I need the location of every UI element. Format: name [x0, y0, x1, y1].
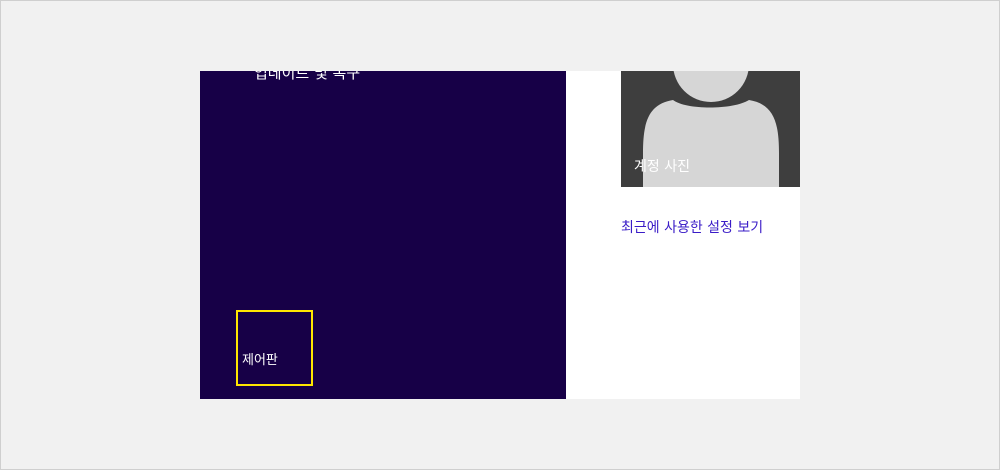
nav-item-update-recovery[interactable]: 업데이트 및 복구: [254, 71, 360, 83]
pc-settings-window: 업데이트 및 복구 제어판 계정 사진 최근에 사용한 설정 보기: [200, 71, 800, 399]
account-picture-label: 계정 사진: [634, 159, 690, 175]
control-panel-label: 제어판: [242, 353, 278, 368]
account-pane: 계정 사진 최근에 사용한 설정 보기: [566, 71, 800, 399]
navigation-pane: 업데이트 및 복구 제어판: [200, 71, 566, 399]
control-panel-tile[interactable]: 제어판: [236, 310, 313, 386]
account-picture-tile[interactable]: 계정 사진: [621, 71, 800, 187]
recent-settings-link[interactable]: 최근에 사용한 설정 보기: [621, 219, 763, 237]
